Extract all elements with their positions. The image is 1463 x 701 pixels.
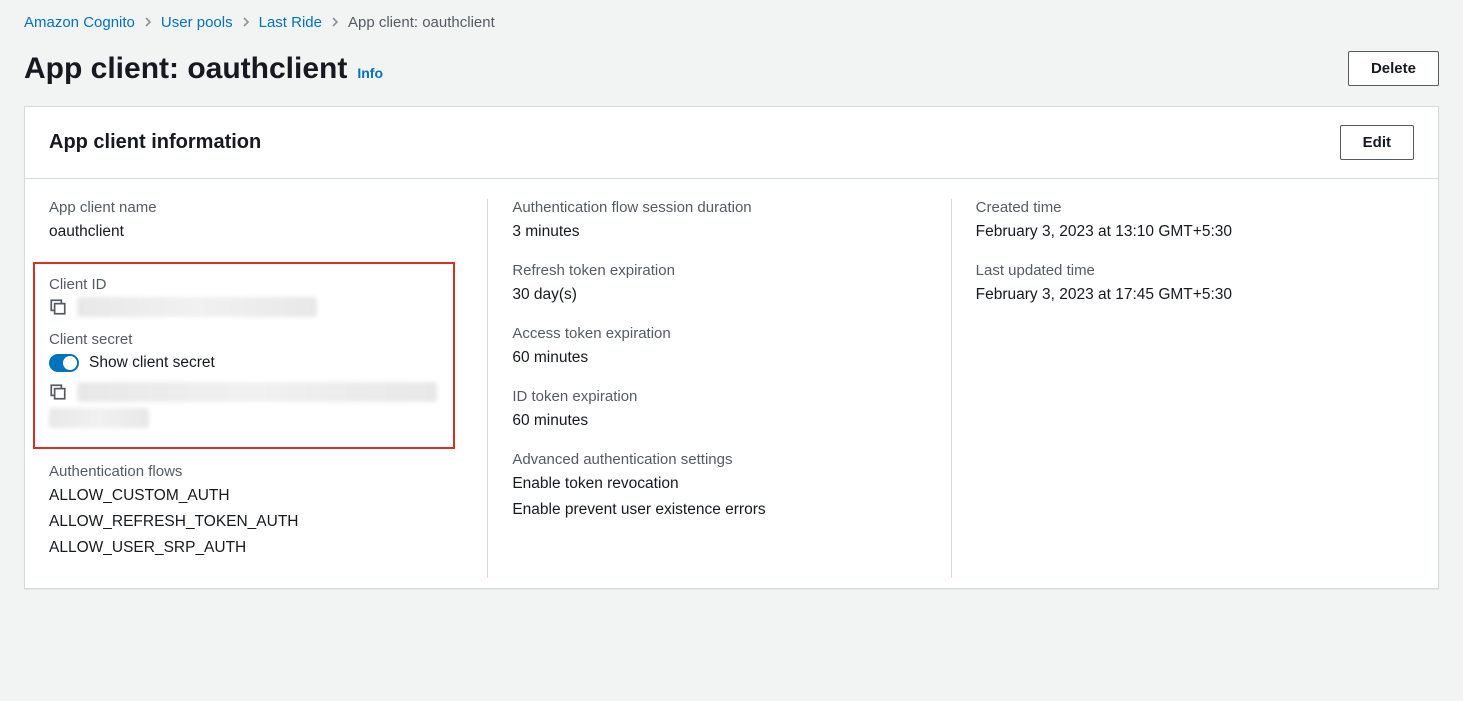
info-link[interactable]: Info <box>357 65 383 81</box>
app-client-name-field: App client name oauthclient <box>49 199 463 244</box>
created-time-field: Created time February 3, 2023 at 13:10 G… <box>976 199 1390 244</box>
field-label: Created time <box>976 199 1390 216</box>
chevron-right-icon <box>143 15 153 30</box>
field-label: Client ID <box>49 276 439 293</box>
advanced-auth-field: Advanced authentication settings Enable … <box>512 451 926 522</box>
panel-title: App client information <box>49 131 261 154</box>
breadcrumb: Amazon Cognito User pools Last Ride App … <box>24 8 1439 47</box>
breadcrumb-link-cognito[interactable]: Amazon Cognito <box>24 14 135 31</box>
delete-button[interactable]: Delete <box>1348 51 1439 86</box>
field-label: App client name <box>49 199 463 216</box>
updated-time-field: Last updated time February 3, 2023 at 17… <box>976 262 1390 307</box>
show-client-secret-toggle[interactable] <box>49 354 79 372</box>
client-id-value-redacted <box>77 297 317 317</box>
refresh-token-field: Refresh token expiration 30 day(s) <box>512 262 926 307</box>
adv-setting-item: Enable prevent user existence errors <box>512 498 926 522</box>
page-title-text: App client: oauthclient <box>24 52 347 86</box>
authentication-flows-field: Authentication flows ALLOW_CUSTOM_AUTH A… <box>49 463 463 560</box>
field-value: 30 day(s) <box>512 283 926 307</box>
field-label: Advanced authentication settings <box>512 451 926 468</box>
chevron-right-icon <box>241 15 251 30</box>
field-value: 3 minutes <box>512 220 926 244</box>
access-token-field: Access token expiration 60 minutes <box>512 325 926 370</box>
field-label: Client secret <box>49 331 439 348</box>
client-secret-field: Client secret Show client secret <box>49 331 439 433</box>
app-client-info-panel: App client information Edit App client n… <box>24 106 1439 589</box>
field-label: Authentication flows <box>49 463 463 480</box>
auth-flow-item: ALLOW_USER_SRP_AUTH <box>49 536 463 560</box>
id-token-field: ID token expiration 60 minutes <box>512 388 926 433</box>
page-title: App client: oauthclient Info <box>24 52 383 86</box>
field-value: ALLOW_CUSTOM_AUTH ALLOW_REFRESH_TOKEN_AU… <box>49 484 463 560</box>
field-value: 60 minutes <box>512 409 926 433</box>
auth-flow-item: ALLOW_REFRESH_TOKEN_AUTH <box>49 510 463 534</box>
field-label: Last updated time <box>976 262 1390 279</box>
column-1: App client name oauthclient Client ID <box>49 199 487 578</box>
adv-setting-item: Enable token revocation <box>512 472 926 496</box>
edit-button[interactable]: Edit <box>1340 125 1414 160</box>
toggle-label: Show client secret <box>89 354 215 372</box>
breadcrumb-link-last-ride[interactable]: Last Ride <box>259 14 322 31</box>
auth-flow-item: ALLOW_CUSTOM_AUTH <box>49 484 463 508</box>
field-label: ID token expiration <box>512 388 926 405</box>
session-duration-field: Authentication flow session duration 3 m… <box>512 199 926 244</box>
chevron-right-icon <box>330 15 340 30</box>
breadcrumb-current: App client: oauthclient <box>348 14 495 31</box>
client-secret-value-redacted <box>77 382 437 402</box>
field-label: Refresh token expiration <box>512 262 926 279</box>
highlighted-credentials-box: Client ID Client secret Show client <box>33 262 455 449</box>
field-label: Access token expiration <box>512 325 926 342</box>
field-value: Enable token revocation Enable prevent u… <box>512 472 926 522</box>
column-3: Created time February 3, 2023 at 13:10 G… <box>951 199 1414 578</box>
field-value: February 3, 2023 at 17:45 GMT+5:30 <box>976 283 1390 307</box>
field-value: 60 minutes <box>512 346 926 370</box>
field-label: Authentication flow session duration <box>512 199 926 216</box>
field-value: February 3, 2023 at 13:10 GMT+5:30 <box>976 220 1390 244</box>
client-id-field: Client ID <box>49 276 439 317</box>
breadcrumb-link-user-pools[interactable]: User pools <box>161 14 233 31</box>
copy-icon[interactable] <box>49 298 67 316</box>
client-secret-value-redacted-line2 <box>49 408 149 428</box>
column-2: Authentication flow session duration 3 m… <box>487 199 950 578</box>
copy-icon[interactable] <box>49 383 67 401</box>
field-value: oauthclient <box>49 220 463 244</box>
